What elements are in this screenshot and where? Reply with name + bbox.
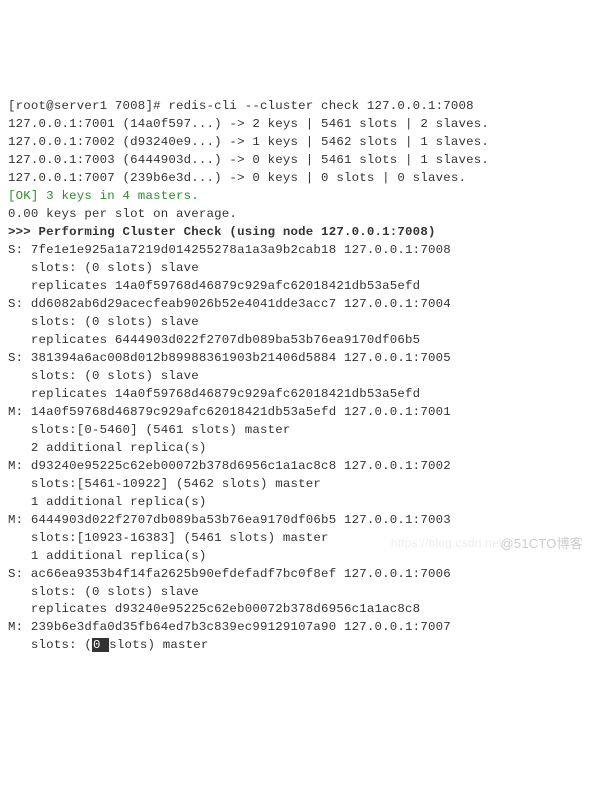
node-line: S: dd6082ab6d29acecfeab9026b52e4041dde3a… [8,297,451,311]
summary-line: 127.0.0.1:7002 (d93240e9...) -> 1 keys |… [8,135,489,149]
terminal-output: [root@server1 7008]# redis-cli --cluster… [8,80,583,656]
watermark: @51CTO博客 [501,535,583,554]
node-line: replicates d93240e95225c62eb00072b378d69… [8,602,420,616]
performing-check-line: >>> Performing Cluster Check (using node… [8,225,436,239]
node-line: 1 additional replica(s) [8,495,207,509]
node-line: 1 additional replica(s) [8,549,207,563]
node-line: S: 7fe1e1e925a1a7219d014255278a1a3a9b2ca… [8,243,451,257]
node-line: replicates 14a0f59768d46879c929afc620184… [8,279,420,293]
node-line: M: d93240e95225c62eb00072b378d6956c1a1ac… [8,459,451,473]
prompt-line: [root@server1 7008]# redis-cli --cluster… [8,99,474,113]
avg-line: 0.00 keys per slot on average. [8,207,237,221]
ok-line: [OK] 3 keys in 4 masters. [8,189,199,203]
watermark-faint: https://blog.csdn.net/ [391,535,506,552]
node-line: 2 additional replica(s) [8,441,207,455]
node-line: slots: (0 slots) slave [8,585,199,599]
node-line: replicates 14a0f59768d46879c929afc620184… [8,387,420,401]
last-line: slots: (0 slots) master [8,638,209,652]
node-line: slots:[0-5460] (5461 slots) master [8,423,291,437]
node-line: slots:[5461-10922] (5462 slots) master [8,477,321,491]
node-line: slots:[10923-16383] (5461 slots) master [8,531,329,545]
node-line: M: 14a0f59768d46879c929afc62018421db53a5… [8,405,451,419]
summary-line: 127.0.0.1:7007 (239b6e3d...) -> 0 keys |… [8,171,466,185]
node-line: slots: (0 slots) slave [8,315,199,329]
node-line: replicates 6444903d022f2707db089ba53b76e… [8,333,420,347]
node-line: slots: (0 slots) slave [8,369,199,383]
node-line: S: 381394a6ac008d012b89988361903b21406d5… [8,351,451,365]
node-line: slots: (0 slots) slave [8,261,199,275]
node-line: S: ac66ea9353b4f14fa2625b90efdefadf7bc0f… [8,567,451,581]
node-line: M: 6444903d022f2707db089ba53b76ea9170df0… [8,513,451,527]
summary-line: 127.0.0.1:7003 (6444903d...) -> 0 keys |… [8,153,489,167]
cursor-highlight: 0 [92,638,109,652]
summary-line: 127.0.0.1:7001 (14a0f597...) -> 2 keys |… [8,117,489,131]
node-line: M: 239b6e3dfa0d35fb64ed7b3c839ec99129107… [8,620,451,634]
